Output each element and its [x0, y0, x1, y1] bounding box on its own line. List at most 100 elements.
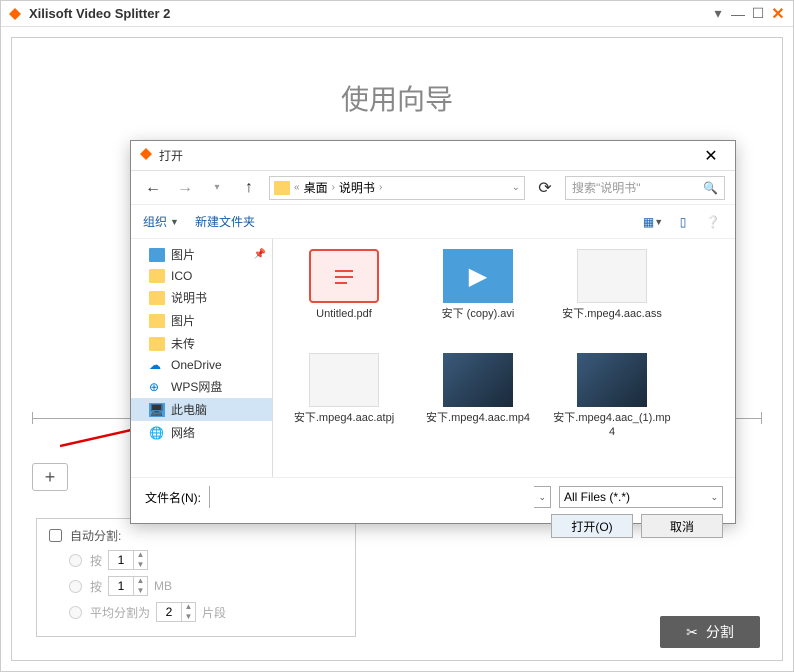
path-crumb[interactable]: 说明书 [339, 179, 375, 196]
nav-forward-button[interactable]: → [173, 176, 197, 200]
split-time-spinner[interactable]: ▲▼ [108, 550, 148, 570]
file-item[interactable]: ▶安下 (copy).avi [413, 245, 543, 345]
file-name: 安下.mpeg4.aac.ass [562, 307, 662, 321]
sidebar-item-WPS网盘[interactable]: ⊕ WPS网盘 [131, 375, 272, 398]
file-item[interactable]: Untitled.pdf [279, 245, 409, 345]
filename-input[interactable] [210, 486, 534, 508]
search-input[interactable]: 搜索"说明书" 🔍 [565, 176, 725, 200]
split-button[interactable]: ✂ 分割 [660, 616, 760, 648]
split-time-input[interactable] [109, 553, 133, 567]
spin-up-icon[interactable]: ▲ [134, 550, 147, 560]
sidebar-item-ICO[interactable]: ICO [131, 266, 272, 286]
path-crumb[interactable]: 桌面 [304, 179, 328, 196]
sidebar-item-label: 网络 [171, 424, 195, 441]
file-item[interactable]: 安下.mpeg4.aac.mp4 [413, 349, 543, 449]
network-icon: 🌐 [149, 426, 165, 440]
wizard-title: 使用向导 [12, 78, 782, 118]
nav-back-button[interactable]: ← [141, 176, 165, 200]
video-icon: ▶ [443, 249, 513, 303]
filter-select[interactable]: All Files (*.*) ⌄ [559, 486, 723, 508]
split-by-time-radio[interactable] [69, 554, 82, 567]
dialog-title: 打开 [159, 147, 695, 164]
split-button-label: 分割 [706, 622, 734, 642]
address-bar[interactable]: « 桌面 › 说明书 › ⌄ [269, 176, 525, 200]
file-open-dialog: 打开 ✕ ← → ▾ ↑ « 桌面 › 说明书 › ⌄ ⟳ 搜索"说明书" 🔍 … [130, 140, 736, 524]
nav-up-button[interactable]: ↑ [237, 176, 261, 200]
maximize-button[interactable]: ☐ [749, 5, 767, 23]
organize-menu[interactable]: 组织 ▼ [143, 213, 179, 230]
split-avg-spinner[interactable]: ▲▼ [156, 602, 196, 622]
sidebar-item-图片[interactable]: 图片 [131, 309, 272, 332]
view-mode-button[interactable]: ▦ ▼ [643, 212, 663, 232]
pictures-icon [149, 248, 165, 262]
new-folder-button[interactable]: 新建文件夹 [195, 213, 255, 230]
split-by-size-label: 按 [90, 578, 102, 595]
chevron-down-icon[interactable]: ⌄ [534, 492, 550, 503]
sidebar-item-label: WPS网盘 [171, 378, 222, 395]
file-item[interactable]: 安下.mpeg4.aac.ass [547, 245, 677, 345]
sidebar-item-label: 说明书 [171, 289, 207, 306]
filter-label: All Files (*.*) [564, 490, 710, 504]
open-button[interactable]: 打开(O) [551, 514, 633, 538]
cloud-icon: ⊕ [149, 380, 165, 394]
spin-up-icon[interactable]: ▲ [134, 576, 147, 586]
minimize-button[interactable]: — [729, 5, 747, 23]
filename-label: 文件名(N): [143, 489, 201, 506]
spin-up-icon[interactable]: ▲ [182, 602, 195, 612]
add-button[interactable]: + [32, 463, 68, 491]
chevron-down-icon[interactable]: ⌄ [512, 182, 520, 193]
help-button[interactable]: ❔ [703, 212, 723, 232]
split-avg-input[interactable] [157, 605, 181, 619]
dialog-main: 图片📌ICO说明书图片未传☁OneDrive⊕WPS网盘🖥此电脑🌐网络 Unti… [131, 239, 735, 477]
extra-button[interactable]: ▾ [709, 5, 727, 23]
preview-pane-button[interactable]: ▯ [673, 212, 693, 232]
onedrive-icon: ☁ [149, 358, 165, 372]
spin-down-icon[interactable]: ▼ [182, 612, 195, 622]
spin-down-icon[interactable]: ▼ [134, 586, 147, 596]
split-size-spinner[interactable]: ▲▼ [108, 576, 148, 596]
sidebar-item-OneDrive[interactable]: ☁OneDrive [131, 355, 272, 375]
sidebar-item-说明书[interactable]: 说明书 [131, 286, 272, 309]
split-avg-unit: 片段 [202, 604, 226, 621]
dialog-bottom: 文件名(N): ⌄ All Files (*.*) ⌄ 打开(O) 取消 [131, 477, 735, 546]
chevron-icon: « [294, 182, 300, 193]
folder-icon [149, 291, 165, 305]
file-name: 安下.mpeg4.aac.mp4 [426, 411, 530, 425]
dialog-toolbar: 组织 ▼ 新建文件夹 ▦ ▼ ▯ ❔ [131, 205, 735, 239]
auto-split-label: 自动分割: [70, 527, 121, 544]
refresh-button[interactable]: ⟳ [533, 176, 557, 200]
dialog-sidebar: 图片📌ICO说明书图片未传☁OneDrive⊕WPS网盘🖥此电脑🌐网络 [131, 239, 273, 477]
sidebar-item-此电脑[interactable]: 🖥 此电脑 [131, 398, 272, 421]
auto-split-checkbox[interactable] [49, 529, 62, 542]
chevron-down-icon: ▼ [170, 217, 179, 227]
split-by-size-radio[interactable] [69, 580, 82, 593]
file-list: Untitled.pdf▶安下 (copy).avi 安下.mpeg4.aac.a… [273, 239, 735, 477]
sidebar-item-label: 图片 [171, 246, 195, 263]
spin-down-icon[interactable]: ▼ [134, 560, 147, 570]
sidebar-item-label: 此电脑 [171, 401, 207, 418]
filename-combo[interactable]: ⌄ [209, 486, 551, 508]
folder-icon [149, 314, 165, 328]
computer-icon: 🖥 [149, 403, 165, 417]
app-titlebar: Xilisoft Video Splitter 2 ▾ — ☐ ✕ [1, 1, 793, 27]
sidebar-item-未传[interactable]: 未传 [131, 332, 272, 355]
app-logo-icon [7, 6, 23, 22]
sidebar-item-图片[interactable]: 图片📌 [131, 243, 272, 266]
file-name: 安下.mpeg4.aac.atpj [294, 411, 394, 425]
cancel-button[interactable]: 取消 [641, 514, 723, 538]
sidebar-item-label: ICO [171, 269, 192, 283]
close-button[interactable]: ✕ [769, 5, 787, 23]
file-item[interactable]: 安下.mpeg4.aac.atpj [279, 349, 409, 449]
dialog-close-button[interactable]: ✕ [695, 144, 727, 168]
chevron-right-icon: › [379, 182, 382, 193]
sidebar-item-网络[interactable]: 🌐 网络 [131, 421, 272, 444]
split-by-time-label: 按 [90, 552, 102, 569]
pdf-icon [309, 249, 379, 303]
organize-label: 组织 [143, 213, 167, 230]
sidebar-item-label: 未传 [171, 335, 195, 352]
file-item[interactable]: 安下.mpeg4.aac_(1).mp4 [547, 349, 677, 449]
split-avg-radio[interactable] [69, 606, 82, 619]
file-name: 安下.mpeg4.aac_(1).mp4 [551, 411, 673, 440]
nav-recent-button[interactable]: ▾ [205, 176, 229, 200]
split-size-input[interactable] [109, 579, 133, 593]
